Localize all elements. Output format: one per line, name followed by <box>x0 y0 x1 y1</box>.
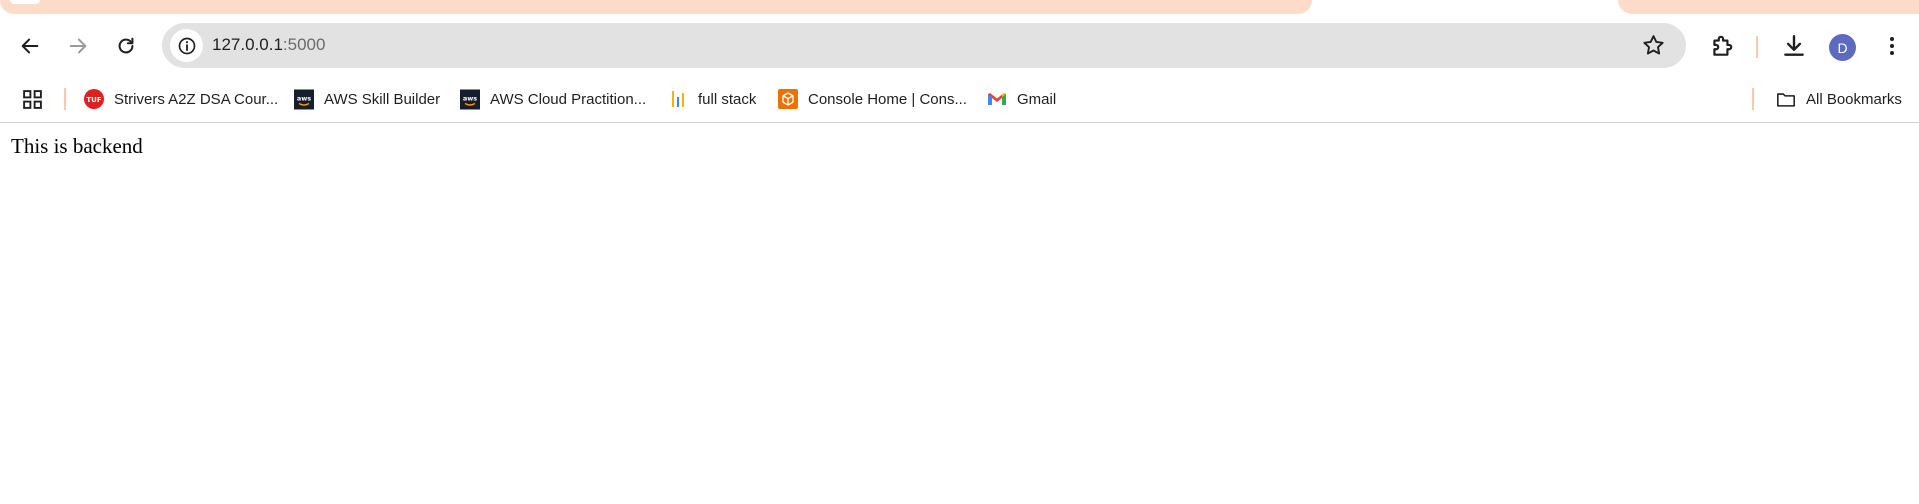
site-info-button[interactable] <box>170 29 203 62</box>
bookmarks-bar: TUF Strivers A2Z DSA Cour... aws AWS Ski… <box>0 78 1919 123</box>
downloads-button[interactable] <box>1778 30 1810 62</box>
bookmark-label: Strivers A2Z DSA Cour... <box>114 90 279 108</box>
svg-text:TUF: TUF <box>86 96 101 104</box>
toolbar-separator <box>1756 36 1758 58</box>
bookmarks-separator <box>1752 88 1754 110</box>
gmail-icon <box>987 89 1007 109</box>
svg-text:aws: aws <box>463 94 477 102</box>
bookmark-label: AWS Skill Builder <box>324 90 441 108</box>
apps-button[interactable] <box>22 86 43 112</box>
url-host: 127.0.0.1 <box>212 35 283 54</box>
tab-strip-right <box>1618 0 1919 14</box>
download-icon <box>1784 35 1804 56</box>
bookmark-aws-skill-builder[interactable]: aws AWS Skill Builder <box>294 86 440 112</box>
browser-toolbar: 127.0.0.1:5000 D <box>0 14 1919 78</box>
bookmark-console-home[interactable]: Console Home | Cons... <box>778 86 967 112</box>
reload-icon <box>118 37 134 54</box>
star-icon[interactable] <box>1641 33 1666 58</box>
page-body-text: This is backend <box>11 134 143 158</box>
address-url[interactable]: 127.0.0.1:5000 <box>212 35 325 55</box>
info-icon <box>178 37 195 54</box>
apps-grid-icon <box>23 89 42 109</box>
profile-avatar[interactable]: D <box>1829 34 1856 61</box>
tab-strip <box>0 0 1919 14</box>
bookmark-aws-cloud-practitioner[interactable]: aws AWS Cloud Practition... <box>460 86 646 112</box>
forward-button[interactable] <box>62 30 94 62</box>
back-button[interactable] <box>14 30 46 62</box>
bookmark-label: AWS Cloud Practition... <box>490 90 647 108</box>
bookmark-label: full stack <box>698 90 757 108</box>
tuf-logo-icon: TUF <box>84 89 104 109</box>
all-bookmarks-button[interactable]: All Bookmarks <box>1776 86 1902 112</box>
active-tab-edge[interactable] <box>10 0 40 4</box>
bookmark-gmail[interactable]: Gmail <box>987 86 1056 112</box>
puzzle-icon <box>1713 35 1733 56</box>
address-bar[interactable]: 127.0.0.1:5000 <box>162 23 1686 68</box>
bookmark-label: Gmail <box>1017 90 1057 108</box>
reload-button[interactable] <box>110 30 142 62</box>
bookmark-label: Console Home | Cons... <box>808 90 967 108</box>
url-port: :5000 <box>282 35 326 54</box>
svg-text:aws: aws <box>297 94 311 102</box>
folder-icon <box>1776 89 1796 109</box>
aws-logo-icon: aws <box>460 89 480 109</box>
bookmarks-separator <box>64 88 66 110</box>
bar-chart-icon <box>668 89 688 109</box>
browser-menu-button[interactable] <box>1876 30 1908 62</box>
kebab-menu-icon <box>1890 37 1894 55</box>
back-arrow-icon <box>21 38 39 54</box>
tab-strip-left <box>0 0 1312 14</box>
bookmark-full-stack[interactable]: full stack <box>668 86 756 112</box>
aws-logo-icon: aws <box>294 89 314 109</box>
aws-console-icon <box>778 89 798 109</box>
forward-arrow-icon <box>69 38 87 54</box>
extensions-button[interactable] <box>1706 30 1738 62</box>
all-bookmarks-label: All Bookmarks <box>1806 90 1902 108</box>
bookmark-strivers[interactable]: TUF Strivers A2Z DSA Cour... <box>84 86 278 112</box>
